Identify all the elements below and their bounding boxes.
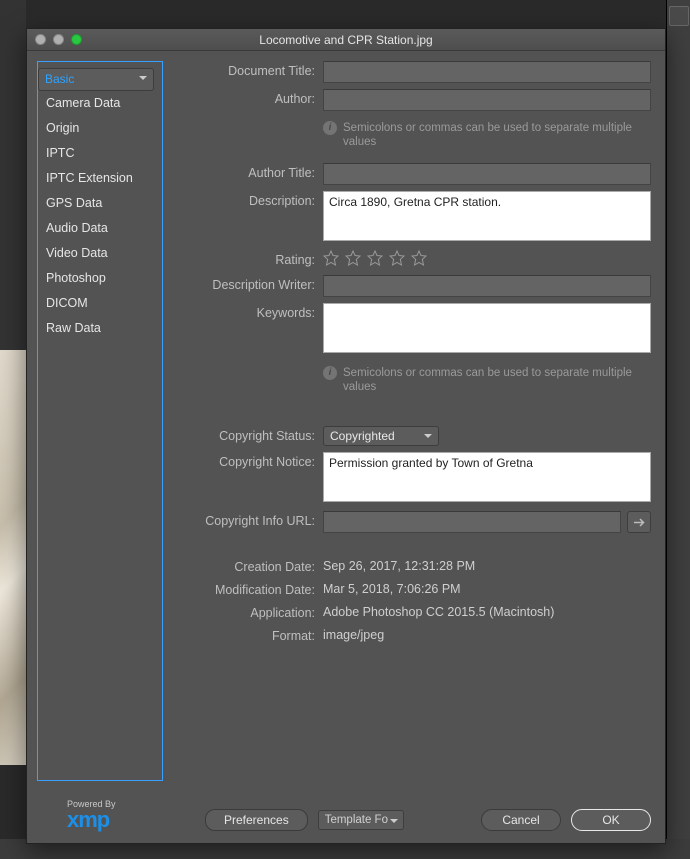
xmp-logo: xmp (67, 807, 109, 832)
label-author-title: Author Title: (163, 163, 323, 180)
star-icon[interactable] (411, 250, 427, 269)
label-rating: Rating: (163, 250, 323, 267)
label-application: Application: (163, 603, 323, 620)
label-format: Format: (163, 626, 323, 643)
metadata-form: Document Title: Author: i Semicolons or … (163, 51, 665, 799)
file-info-dialog: Locomotive and CPR Station.jpg BasicCame… (26, 28, 666, 844)
arrow-right-icon (633, 517, 646, 528)
author-input[interactable] (323, 89, 651, 111)
sidebar-tab-photoshop[interactable]: Photoshop (38, 266, 162, 291)
star-icon[interactable] (389, 250, 405, 269)
sidebar-tab-origin[interactable]: Origin (38, 116, 162, 141)
creation-date-value: Sep 26, 2017, 12:31:28 PM (323, 557, 651, 573)
preferences-button[interactable]: Preferences (205, 809, 308, 831)
sidebar-tab-video-data[interactable]: Video Data (38, 241, 162, 266)
close-icon[interactable] (35, 34, 46, 45)
window-title: Locomotive and CPR Station.jpg (27, 33, 665, 47)
info-icon: i (323, 366, 337, 380)
sidebar-tab-camera-data[interactable]: Camera Data (38, 91, 162, 116)
xmp-branding: Powered By xmp (67, 799, 116, 833)
rating-stars[interactable] (323, 250, 651, 269)
format-value: image/jpeg (323, 626, 651, 642)
label-creation-date: Creation Date: (163, 557, 323, 574)
panel-icon[interactable] (669, 6, 689, 26)
copyright-status-select[interactable]: Copyrighted (323, 426, 439, 446)
label-copyright-notice: Copyright Notice: (163, 452, 323, 469)
hint-keywords: Semicolons or commas can be used to sepa… (343, 366, 651, 394)
zoom-icon[interactable] (71, 34, 82, 45)
minimize-icon[interactable] (53, 34, 64, 45)
sidebar-tab-raw-data[interactable]: Raw Data (38, 316, 162, 341)
sidebar-tab-gps-data[interactable]: GPS Data (38, 191, 162, 216)
category-sidebar: BasicCamera DataOriginIPTCIPTC Extension… (37, 61, 163, 781)
label-description: Description: (163, 191, 323, 208)
hint-author: Semicolons or commas can be used to sepa… (343, 121, 651, 149)
label-author: Author: (163, 89, 323, 106)
sidebar-tab-iptc-extension[interactable]: IPTC Extension (38, 166, 162, 191)
info-icon: i (323, 121, 337, 135)
dialog-footer: Powered By xmp Preferences Template Fo C… (27, 797, 665, 843)
right-dock (666, 0, 690, 859)
cancel-button[interactable]: Cancel (481, 809, 561, 831)
star-icon[interactable] (345, 250, 361, 269)
description-writer-input[interactable] (323, 275, 651, 297)
sidebar-tab-audio-data[interactable]: Audio Data (38, 216, 162, 241)
label-keywords: Keywords: (163, 303, 323, 320)
author-title-input[interactable] (323, 163, 651, 185)
label-copyright-url: Copyright Info URL: (163, 511, 323, 528)
label-document-title: Document Title: (163, 61, 323, 78)
sidebar-tab-basic[interactable]: Basic (38, 68, 154, 91)
application-value: Adobe Photoshop CC 2015.5 (Macintosh) (323, 603, 651, 619)
label-description-writer: Description Writer: (163, 275, 323, 292)
canvas-image (0, 350, 26, 765)
sidebar-tab-iptc[interactable]: IPTC (38, 141, 162, 166)
keywords-input[interactable] (323, 303, 651, 353)
titlebar: Locomotive and CPR Station.jpg (27, 29, 665, 51)
template-select[interactable]: Template Fo (318, 810, 404, 830)
modification-date-value: Mar 5, 2018, 7:06:26 PM (323, 580, 651, 596)
description-input[interactable] (323, 191, 651, 241)
star-icon[interactable] (323, 250, 339, 269)
sidebar-tab-dicom[interactable]: DICOM (38, 291, 162, 316)
label-modification-date: Modification Date: (163, 580, 323, 597)
copyright-notice-input[interactable] (323, 452, 651, 502)
ok-button[interactable]: OK (571, 809, 651, 831)
copyright-url-input[interactable] (323, 511, 621, 533)
star-icon[interactable] (367, 250, 383, 269)
label-copyright-status: Copyright Status: (163, 426, 323, 443)
document-title-input[interactable] (323, 61, 651, 83)
go-to-url-button[interactable] (627, 511, 651, 533)
